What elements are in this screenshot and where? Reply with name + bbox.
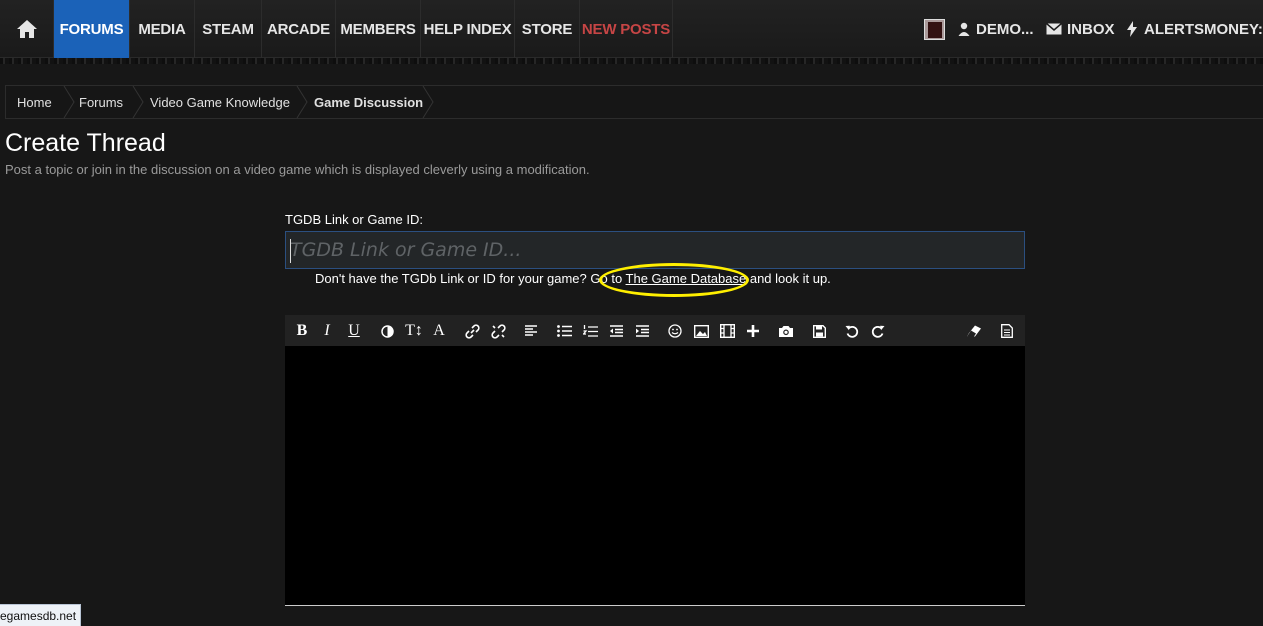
- smiley-icon: [668, 324, 682, 338]
- home-button[interactable]: [0, 0, 54, 58]
- floppy-icon: [812, 324, 826, 338]
- breadcrumb-game-discussion[interactable]: Game Discussion: [314, 86, 423, 118]
- link-icon: [464, 323, 480, 339]
- inbox-link[interactable]: Inbox: [1046, 0, 1115, 58]
- contrast-icon: [380, 324, 394, 338]
- help-text-before: Don't have the TGDb Link or ID for your …: [315, 271, 626, 286]
- camera-button[interactable]: [775, 320, 797, 342]
- tgdb-input[interactable]: [285, 231, 1025, 269]
- nav-members[interactable]: Members: [336, 0, 421, 58]
- eraser-icon: [967, 325, 981, 337]
- link-button[interactable]: [461, 320, 483, 342]
- image-icon: [693, 324, 709, 338]
- font-size-button[interactable]: T↕: [403, 320, 425, 342]
- remove-formatting-button[interactable]: [963, 320, 985, 342]
- insert-more-button[interactable]: [742, 320, 764, 342]
- text-caret: [290, 239, 291, 263]
- italic-button[interactable]: I: [316, 320, 338, 342]
- user-menu[interactable]: Demo...: [958, 0, 1034, 58]
- breadcrumb-separator: [422, 86, 434, 118]
- money-label: Money: $1: [1204, 20, 1263, 38]
- top-navigation: Forums Media Steam Arcade Members Help I…: [0, 0, 1263, 64]
- indent-icon: [635, 325, 649, 337]
- nav-arcade[interactable]: Arcade: [262, 0, 336, 58]
- breadcrumb: Home Forums Video Game Knowledge Game Di…: [5, 85, 1263, 119]
- film-icon: [719, 324, 735, 338]
- smilies-button[interactable]: [664, 320, 686, 342]
- redo-icon: [871, 325, 885, 338]
- unlink-button[interactable]: [487, 320, 509, 342]
- breadcrumb-separator: [63, 86, 75, 118]
- toggle-bbcode-button[interactable]: [996, 320, 1018, 342]
- tgdb-help-text: Don't have the TGDb Link or ID for your …: [315, 271, 831, 286]
- bulleted-list-icon: [556, 325, 572, 337]
- nav-store[interactable]: Store: [515, 0, 580, 58]
- header-texture: [0, 58, 1263, 64]
- page-title: Create Thread: [5, 129, 166, 157]
- numbered-list-icon: [582, 324, 598, 337]
- nav-help-index[interactable]: Help Index: [421, 0, 515, 58]
- bolt-icon: [1127, 21, 1137, 37]
- game-database-link[interactable]: The Game Database: [626, 271, 747, 286]
- bulleted-list-button[interactable]: [553, 320, 575, 342]
- alerts-link[interactable]: Alerts: [1127, 0, 1204, 58]
- message-editor: B I U T↕ A: [285, 315, 1025, 606]
- inbox-label: Inbox: [1067, 20, 1115, 38]
- numbered-list-button[interactable]: [579, 320, 601, 342]
- editor-toolbar: B I U T↕ A: [285, 315, 1025, 346]
- camera-icon: [779, 325, 793, 337]
- home-icon: [16, 20, 37, 38]
- underline-button[interactable]: U: [343, 320, 365, 342]
- page-description: Post a topic or join in the discussion o…: [5, 162, 590, 177]
- alerts-label: Alerts: [1144, 20, 1204, 38]
- username: Demo...: [976, 20, 1034, 38]
- help-text-after: and look it up.: [746, 271, 831, 286]
- outdent-button[interactable]: [605, 320, 627, 342]
- save-draft-button[interactable]: [808, 320, 830, 342]
- status-url: egamesdb.net: [0, 608, 77, 623]
- align-button[interactable]: [520, 320, 542, 342]
- nav-media[interactable]: Media: [130, 0, 195, 58]
- nav-steam[interactable]: Steam: [195, 0, 262, 58]
- text-color-button[interactable]: [376, 320, 398, 342]
- breadcrumb-separator: [132, 86, 144, 118]
- message-textarea[interactable]: [285, 346, 1025, 605]
- nav-forums[interactable]: Forums: [54, 0, 130, 58]
- insert-image-button[interactable]: [690, 320, 712, 342]
- unlink-icon: [490, 323, 506, 339]
- font-family-button[interactable]: A: [428, 320, 450, 342]
- plus-icon: [747, 325, 759, 337]
- document-icon: [1001, 324, 1013, 338]
- insert-media-button[interactable]: [716, 320, 738, 342]
- user-icon: [958, 22, 970, 36]
- tgdb-field-label: TGDB Link or Game ID:: [285, 212, 423, 227]
- redo-button[interactable]: [867, 320, 889, 342]
- undo-icon: [845, 325, 859, 338]
- breadcrumb-separator: [296, 86, 308, 118]
- bold-button[interactable]: B: [291, 320, 313, 342]
- undo-button[interactable]: [841, 320, 863, 342]
- envelope-icon: [1046, 23, 1062, 35]
- breadcrumb-video-game-knowledge[interactable]: Video Game Knowledge: [150, 86, 290, 118]
- nav-new-posts[interactable]: New Posts: [580, 0, 673, 58]
- browser-status-bar: egamesdb.net: [0, 604, 82, 626]
- breadcrumb-forums[interactable]: Forums: [79, 86, 123, 118]
- money-display[interactable]: Money: $1: [1204, 0, 1263, 58]
- avatar[interactable]: [924, 19, 945, 40]
- outdent-icon: [609, 325, 623, 337]
- breadcrumb-home[interactable]: Home: [17, 86, 52, 118]
- indent-button[interactable]: [631, 320, 653, 342]
- align-left-icon: [525, 325, 537, 336]
